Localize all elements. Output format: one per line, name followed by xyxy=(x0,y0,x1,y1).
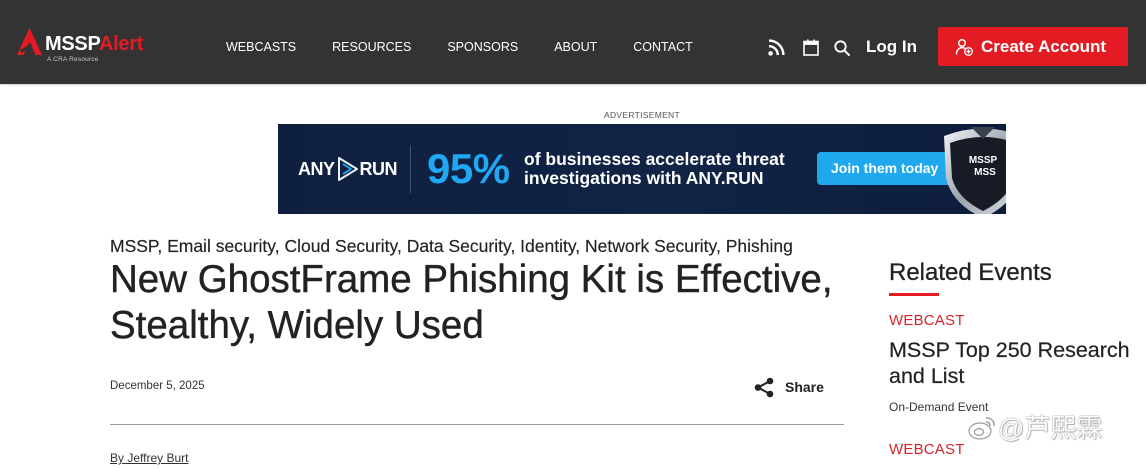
logo-brand-main: MSSP xyxy=(45,33,99,55)
category-separator: , xyxy=(274,236,285,256)
article-date: December 5, 2025 xyxy=(110,380,205,392)
share-icon xyxy=(754,377,774,398)
category-separator: , xyxy=(716,236,726,256)
calendar-icon-graphic xyxy=(803,39,819,56)
event-meta: On-Demand Event xyxy=(889,400,989,414)
ad-brand-left: ANY xyxy=(298,158,335,179)
search-icon[interactable] xyxy=(834,40,850,56)
mssp-alert-logo-icon xyxy=(17,28,42,55)
category-link-data-security[interactable]: Data Security xyxy=(407,236,511,256)
category-link-identity[interactable]: Identity xyxy=(520,236,575,256)
event-type-label: WEBCAST xyxy=(889,312,965,329)
main-nav: WEBCASTS RESOURCES SPONSORS ABOUT CONTAC… xyxy=(226,39,693,55)
ad-headline-line-1: of businesses accelerate threat xyxy=(524,149,785,169)
page: MSSPAlert A CRA Resource WEBCASTS RESOUR… xyxy=(0,0,1146,469)
ad-brand-right: RUN xyxy=(359,158,398,179)
sidebar: Related Events WEBCAST MSSP Top 250 Rese… xyxy=(889,0,1139,469)
search-icon-graphic xyxy=(834,40,850,56)
play-icon xyxy=(337,157,358,181)
related-events-heading: Related Events xyxy=(889,259,1052,286)
heading-underline xyxy=(889,293,939,296)
category-link-email-security[interactable]: Email security xyxy=(167,236,275,256)
event-type-label: WEBCAST xyxy=(889,441,965,458)
nav-item-sponsors[interactable]: SPONSORS xyxy=(447,39,518,55)
ad-headline: of businesses accelerate threat investig… xyxy=(524,150,785,188)
share-button[interactable]: Share xyxy=(754,377,826,398)
logo-brand-accent: Alert xyxy=(99,33,144,55)
rss-icon-graphic xyxy=(768,39,785,56)
nav-item-contact[interactable]: CONTACT xyxy=(633,39,693,55)
ad-stat: 95% xyxy=(427,145,510,192)
anyrun-logo: ANY RUN xyxy=(298,155,398,183)
category-separator: , xyxy=(396,236,407,256)
ad-divider xyxy=(410,145,411,193)
category-link-cloud-security[interactable]: Cloud Security xyxy=(284,236,397,256)
category-separator: , xyxy=(510,236,521,256)
category-link-mssp[interactable]: MSSP xyxy=(110,236,157,256)
logo-tagline: A CRA Resource xyxy=(47,56,99,63)
calendar-icon[interactable] xyxy=(803,39,819,56)
share-label: Share xyxy=(785,379,824,395)
category-list: MSSP, Email security, Cloud Security, Da… xyxy=(110,236,793,256)
logo-wordmark: MSSPAlert xyxy=(45,34,143,54)
rss-icon[interactable] xyxy=(768,39,785,56)
event-title-link[interactable]: MSSP Top 250 Research and List xyxy=(889,337,1139,389)
author-byline[interactable]: By Jeffrey Burt xyxy=(110,451,188,465)
divider xyxy=(110,424,844,425)
article-title: New GhostFrame Phishing Kit is Effective… xyxy=(110,258,833,347)
category-link-network-security[interactable]: Network Security xyxy=(585,236,716,256)
nav-item-about[interactable]: ABOUT xyxy=(554,39,597,55)
category-separator: , xyxy=(575,236,586,256)
category-link-phishing[interactable]: Phishing xyxy=(726,236,793,256)
category-separator: , xyxy=(157,236,168,256)
site-logo[interactable]: MSSPAlert A CRA Resource xyxy=(17,28,152,66)
nav-item-webcasts[interactable]: WEBCASTS xyxy=(226,39,296,55)
ad-headline-line-2: investigations with ANY.RUN xyxy=(524,168,764,188)
nav-item-resources[interactable]: RESOURCES xyxy=(332,39,411,55)
